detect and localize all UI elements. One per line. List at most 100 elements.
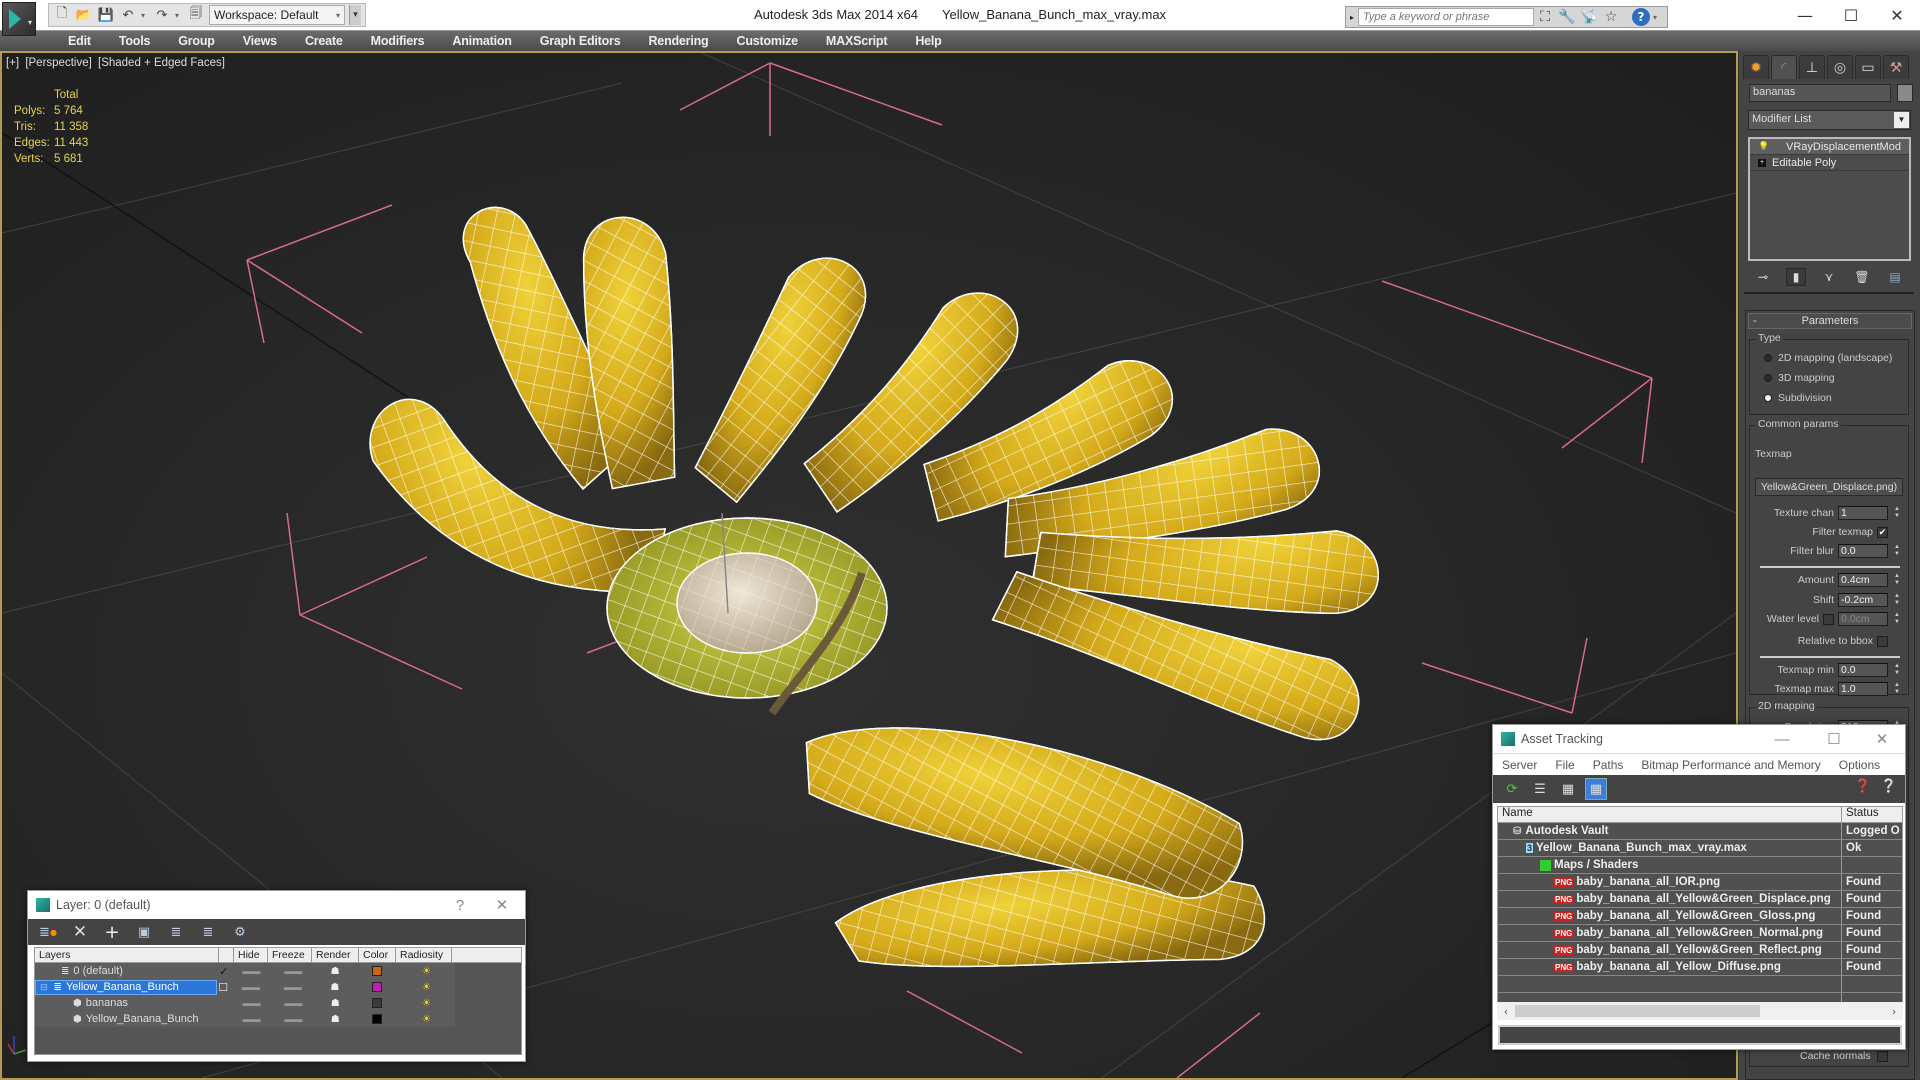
asset-row[interactable]: PNG baby_banana_all_Yellow&Green_Normal.p… (1498, 925, 1902, 942)
minimize-button[interactable]: — (1767, 729, 1797, 749)
object-color-swatch[interactable] (1897, 84, 1913, 102)
expand-icon[interactable]: + (1758, 158, 1766, 167)
pin-stack-icon[interactable]: ⊸ (1753, 268, 1773, 286)
layer-color-swatch[interactable] (356, 998, 398, 1008)
menu-animation[interactable]: Animation (438, 34, 525, 48)
hierarchy-tab-icon[interactable]: ⊥ (1799, 55, 1825, 79)
close-button[interactable]: ✕ (487, 895, 517, 915)
current-layer-toggle[interactable]: ✓ (217, 965, 230, 978)
scroll-thumb[interactable] (1515, 1005, 1760, 1017)
radio-subdivision[interactable]: Subdivision (1764, 392, 1832, 404)
menu-bitmap-performance[interactable]: Bitmap Performance and Memory (1632, 758, 1829, 772)
radiosity-light-icon[interactable]: ☀ (398, 966, 455, 977)
menu-customize[interactable]: Customize (723, 34, 812, 48)
collapse-toggle[interactable]: - (1753, 314, 1757, 328)
freeze-unfreeze-all-icon[interactable]: ⚙ (230, 923, 250, 941)
spinner-arrows-icon[interactable]: ▲▼ (1892, 544, 1902, 558)
render-teapot-icon[interactable]: ☗ (314, 966, 356, 977)
cache-normals-checkbox[interactable] (1876, 1050, 1888, 1062)
texmap-button[interactable]: Yellow&Green_Displace.png) (1755, 478, 1903, 496)
table-view-icon[interactable]: ▦ (1585, 778, 1607, 800)
menu-file[interactable]: File (1546, 758, 1583, 772)
render-teapot-icon[interactable]: ☗ (314, 998, 356, 1009)
search-input[interactable] (1358, 8, 1534, 26)
relative-bbox-checkbox[interactable] (1877, 635, 1888, 647)
radiosity-light-icon[interactable]: ☀ (398, 1014, 455, 1025)
render-teapot-icon[interactable]: ☗ (314, 982, 356, 993)
expand-search-icon[interactable]: ▸ (1346, 13, 1358, 22)
column-color[interactable]: Color (359, 948, 396, 962)
water-level-spinner[interactable]: 0.0cm (1838, 612, 1888, 626)
viewport-point-of-view[interactable]: [Perspective] (25, 57, 91, 69)
menu-server[interactable]: Server (1493, 758, 1546, 772)
delete-layer-icon[interactable]: ✕ (70, 922, 90, 942)
dialog-title-bar[interactable]: Layer: 0 (default) ? ✕ (28, 891, 525, 919)
asset-name-cell[interactable]: ⛁ Autodesk Vault (1498, 823, 1842, 839)
hide-toggle[interactable]: ▬▬ (231, 1014, 273, 1024)
column-layers[interactable]: Layers (35, 948, 219, 962)
maximize-button[interactable]: ☐ (1828, 0, 1874, 30)
save-icon[interactable]: 💾 (97, 6, 115, 24)
menu-edit[interactable]: Edit (54, 34, 105, 48)
close-button[interactable]: ✕ (1874, 0, 1920, 30)
amount-spinner[interactable]: 0.4cm (1838, 573, 1888, 587)
menu-rendering[interactable]: Rendering (634, 34, 722, 48)
lightbulb-icon[interactable]: 💡 (1758, 141, 1772, 152)
redo-dropdown-icon[interactable]: ▾ (175, 11, 183, 20)
help-icon[interactable]: ? (1632, 8, 1650, 26)
layer-color-swatch[interactable] (356, 982, 398, 992)
scroll-right-icon[interactable]: › (1885, 1005, 1903, 1018)
column-render[interactable]: Render (312, 948, 359, 962)
hide-unhide-all-icon[interactable]: ≣ (198, 923, 218, 941)
radio-button[interactable] (1764, 354, 1772, 362)
highlight-selected-layer-icon[interactable]: ≣ (166, 923, 186, 941)
texture-chan-spinner[interactable]: 1 (1838, 506, 1888, 520)
render-teapot-icon[interactable]: ☗ (314, 1014, 356, 1025)
asset-name-cell[interactable]: PNG baby_banana_all_Yellow&Green_Normal.p… (1498, 925, 1842, 941)
redo-icon[interactable]: ↷ (153, 6, 171, 24)
make-unique-icon[interactable]: ⋎ (1819, 268, 1839, 286)
asset-name-cell[interactable]: 3 Yellow_Banana_Bunch_max_vray.max (1498, 840, 1842, 856)
new-layer-icon[interactable]: ≣ ● (38, 923, 58, 941)
add-to-layer-icon[interactable]: + (102, 922, 122, 943)
horizontal-scrollbar[interactable]: ‹ › (1497, 1002, 1903, 1020)
layer-row[interactable]: ⬢ Yellow_Banana_Bunch ▬▬ ▬▬ ☗ ☀ (35, 1011, 455, 1027)
select-objects-in-layer-icon[interactable]: ▣ (134, 923, 154, 941)
collapse-icon[interactable]: ⊟ (40, 982, 48, 993)
show-end-result-icon[interactable]: ▮ (1786, 268, 1806, 286)
radiosity-light-icon[interactable]: ☀ (398, 998, 455, 1009)
viewport-shading[interactable]: [Shaded + Edged Faces] (98, 57, 225, 69)
scroll-left-icon[interactable]: ‹ (1497, 1005, 1515, 1018)
configure-modifier-sets-icon[interactable]: ▤ (1885, 268, 1905, 286)
asset-row[interactable]: PNG baby_banana_all_IOR.png Found (1498, 874, 1902, 891)
context-help-icon[interactable]: ❔ (1881, 779, 1897, 794)
remove-modifier-icon[interactable]: 🗑 (1852, 268, 1872, 286)
radio-3d-mapping[interactable]: 3D mapping (1764, 372, 1835, 384)
modifier-list-dropdown[interactable]: Modifier List ▼ (1748, 110, 1911, 130)
water-level-checkbox[interactable] (1823, 613, 1834, 625)
layer-row[interactable]: ≣ 0 (default) ✓ ▬▬ ▬▬ ☗ ☀ (35, 963, 455, 979)
spinner-arrows-icon[interactable]: ▲▼ (1892, 682, 1902, 696)
rollout-header[interactable]: - Parameters (1748, 313, 1912, 329)
project-folder-icon[interactable]: 🗐 (187, 6, 205, 24)
dialog-title-bar[interactable]: Asset Tracking — ☐ ✕ (1493, 725, 1905, 753)
radiosity-light-icon[interactable]: ☀ (398, 982, 455, 993)
spinner-arrows-icon[interactable]: ▲▼ (1892, 663, 1902, 677)
asset-row[interactable]: ⛁ Autodesk Vault Logged O (1498, 823, 1902, 840)
current-layer-toggle[interactable]: ☐ (217, 981, 230, 994)
spinner-arrows-icon[interactable]: ▲▼ (1892, 506, 1902, 520)
object-name-field[interactable]: bananas (1749, 84, 1891, 102)
column-current[interactable] (219, 948, 234, 962)
column-radiosity[interactable]: Radiosity (396, 948, 452, 962)
spinner-arrows-icon[interactable]: ▲▼ (1892, 573, 1902, 587)
layer-name-cell[interactable]: ⬢ Yellow_Banana_Bunch (35, 1012, 217, 1027)
key-icon[interactable]: 🔧 (1556, 7, 1578, 27)
menu-views[interactable]: Views (229, 34, 291, 48)
menu-create[interactable]: Create (291, 34, 357, 48)
layer-name-cell[interactable]: ⊟ ≣ Yellow_Banana_Bunch (35, 979, 217, 995)
viewport-menu-plus[interactable]: [+] (6, 57, 19, 69)
shift-spinner[interactable]: -0.2cm (1838, 593, 1888, 607)
modify-tab-icon[interactable]: ◜ (1771, 55, 1797, 79)
asset-row[interactable]: PNG baby_banana_all_Yellow&Green_Displace… (1498, 891, 1902, 908)
hide-toggle[interactable]: ▬▬ (231, 998, 273, 1008)
